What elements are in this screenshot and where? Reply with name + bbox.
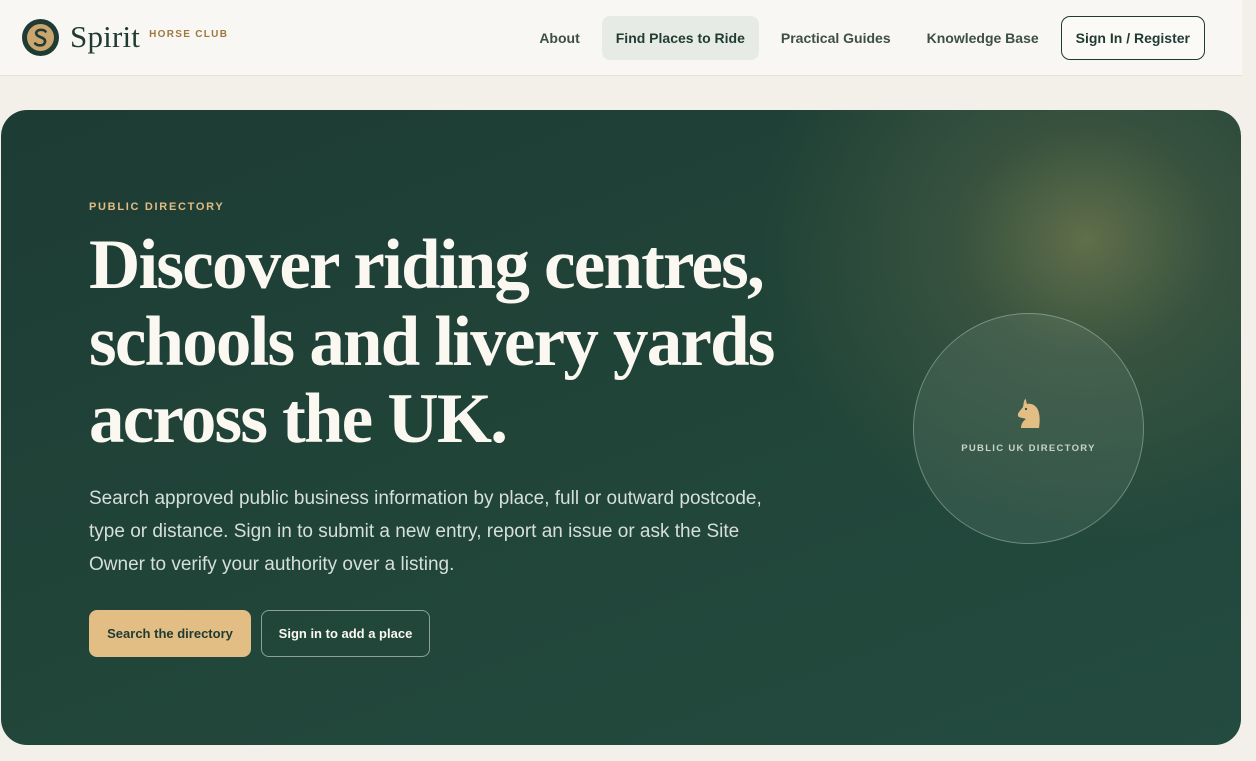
site-header: Spirit HORSE CLUB About Find Places to R… [0, 0, 1242, 76]
badge-label: PUBLIC UK DIRECTORY [961, 443, 1096, 454]
nav-knowledge-base[interactable]: Knowledge Base [913, 16, 1053, 60]
nav-about[interactable]: About [525, 16, 593, 60]
hero-section: PUBLIC DIRECTORY Discover riding centres… [1, 110, 1241, 745]
public-directory-badge: PUBLIC UK DIRECTORY [913, 313, 1144, 544]
sign-in-register-button[interactable]: Sign In / Register [1060, 16, 1205, 60]
sign-in-add-place-button[interactable]: Sign in to add a place [261, 610, 430, 657]
nav-practical-guides[interactable]: Practical Guides [767, 16, 905, 60]
brand-logo[interactable]: Spirit HORSE CLUB [22, 19, 228, 56]
search-directory-button[interactable]: Search the directory [89, 610, 251, 657]
brand-subtitle: HORSE CLUB [149, 29, 229, 40]
hero-description: Search approved public business informat… [89, 488, 762, 575]
brand-name: Spirit [70, 18, 141, 54]
horse-knight-icon [1017, 398, 1040, 428]
hero-headline: Discover riding centres, schools and liv… [89, 226, 775, 458]
nav-find-places-to-ride[interactable]: Find Places to Ride [601, 16, 759, 60]
s-monogram-icon [22, 19, 59, 56]
main-nav: About Find Places to Ride Practical Guid… [517, 16, 1205, 60]
hero-eyebrow: PUBLIC DIRECTORY [89, 201, 225, 213]
page-scrollbar[interactable] [1242, 0, 1256, 761]
